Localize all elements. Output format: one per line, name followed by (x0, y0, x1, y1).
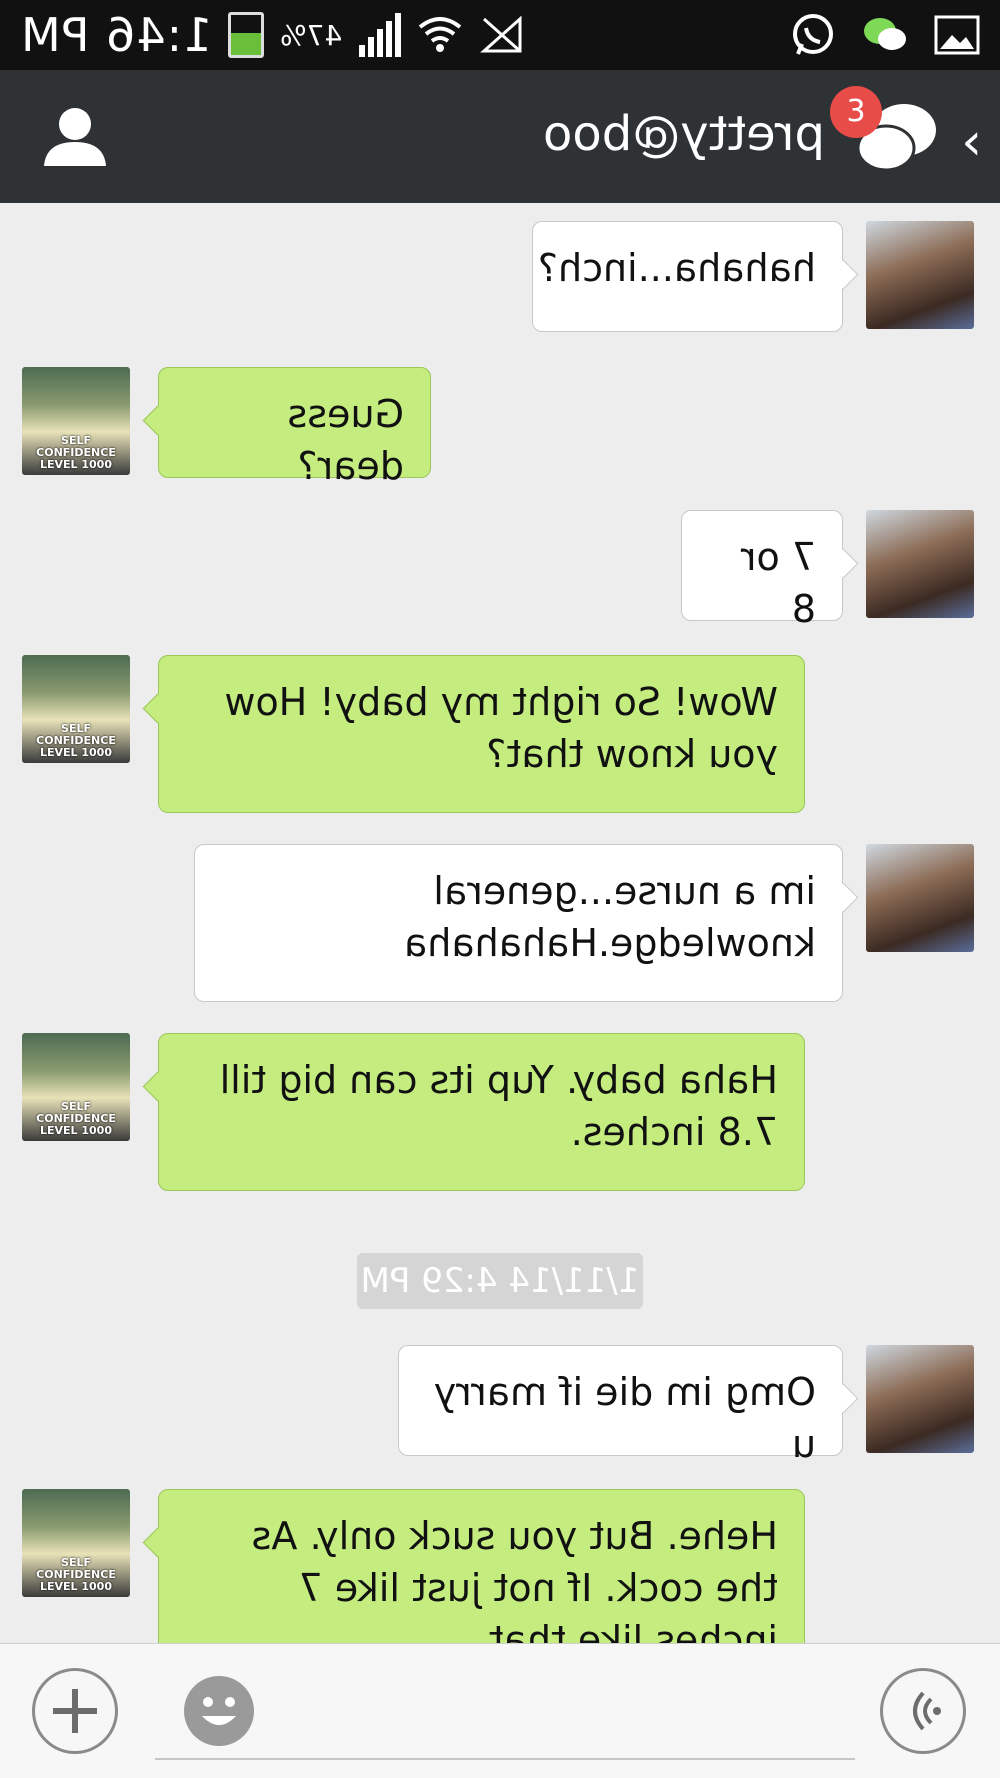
chat-title[interactable]: pretty@boo (543, 106, 825, 162)
message-timestamp: 1/11/14 4:29 PM (357, 1253, 643, 1309)
battery-icon (228, 12, 265, 58)
avatar[interactable]: SELF CONFIDENCE LEVEL 1000 (22, 1033, 130, 1141)
wechat-icon (862, 12, 908, 58)
chat-messages[interactable]: hahaha...inch? SELF CONFIDENCE LEVEL 1000… (0, 203, 1000, 1643)
message-bubble[interactable]: Omg im die if marry u (398, 1345, 843, 1466)
plus-icon[interactable] (32, 1668, 118, 1754)
emoji-icon[interactable] (184, 1676, 254, 1746)
message-text: Hehe. But you suck only. As the cock. If… (251, 1514, 778, 1643)
unread-badge: 3 (830, 86, 882, 138)
avatar[interactable] (866, 221, 974, 329)
message-text: Wow! So right my baby! How you know that… (224, 680, 778, 776)
input-bar (0, 1643, 1000, 1778)
avatar[interactable] (866, 1345, 974, 1453)
avatar[interactable]: SELF CONFIDENCE LEVEL 1000 (22, 1489, 130, 1597)
message-bubble[interactable]: hahaha...inch? (532, 221, 843, 332)
no-signal-icon (479, 12, 525, 58)
message-bubble[interactable]: Hehe. But you suck only. As the cock. If… (158, 1489, 805, 1643)
whatsapp-icon (790, 12, 836, 58)
message-input[interactable] (155, 1758, 855, 1760)
avatar[interactable] (866, 844, 974, 952)
avatar[interactable]: SELF CONFIDENCE LEVEL 1000 (22, 367, 130, 475)
message-text: Guess dear? (287, 392, 404, 488)
image-icon (934, 12, 980, 58)
message-bubble[interactable]: im a nurse...general knowledge.Hahahaha (194, 844, 843, 1002)
message-text: 7 or 8 (740, 535, 816, 631)
message-text: Omg im die if marry u (433, 1370, 816, 1466)
status-bar-right (790, 12, 980, 58)
message-text: im a nurse...general knowledge.Hahahaha (403, 869, 816, 965)
avatar[interactable]: SELF CONFIDENCE LEVEL 1000 (22, 655, 130, 763)
battery-percent: 47% (280, 18, 343, 52)
message-bubble[interactable]: Wow! So right my baby! How you know that… (158, 655, 805, 813)
message-text: Haha baby. Yup its can big till 7.8 inch… (219, 1058, 778, 1154)
message-bubble[interactable]: 7 or 8 (681, 510, 843, 631)
wifi-icon (417, 12, 463, 58)
signal-icon (358, 13, 401, 57)
person-icon[interactable] (40, 104, 110, 170)
status-time: 1:46 PM (20, 8, 213, 62)
status-bar-left: 1:46 PM 47% (20, 8, 525, 62)
avatar[interactable] (866, 510, 974, 618)
message-text: hahaha...inch? (537, 246, 816, 290)
back-button[interactable]: ‹ (961, 112, 982, 172)
voice-icon[interactable] (880, 1668, 966, 1754)
message-bubble[interactable]: Guess dear? (158, 367, 431, 488)
status-bar: 1:46 PM 47% (0, 0, 1000, 70)
message-bubble[interactable]: Haha baby. Yup its can big till 7.8 inch… (158, 1033, 805, 1191)
